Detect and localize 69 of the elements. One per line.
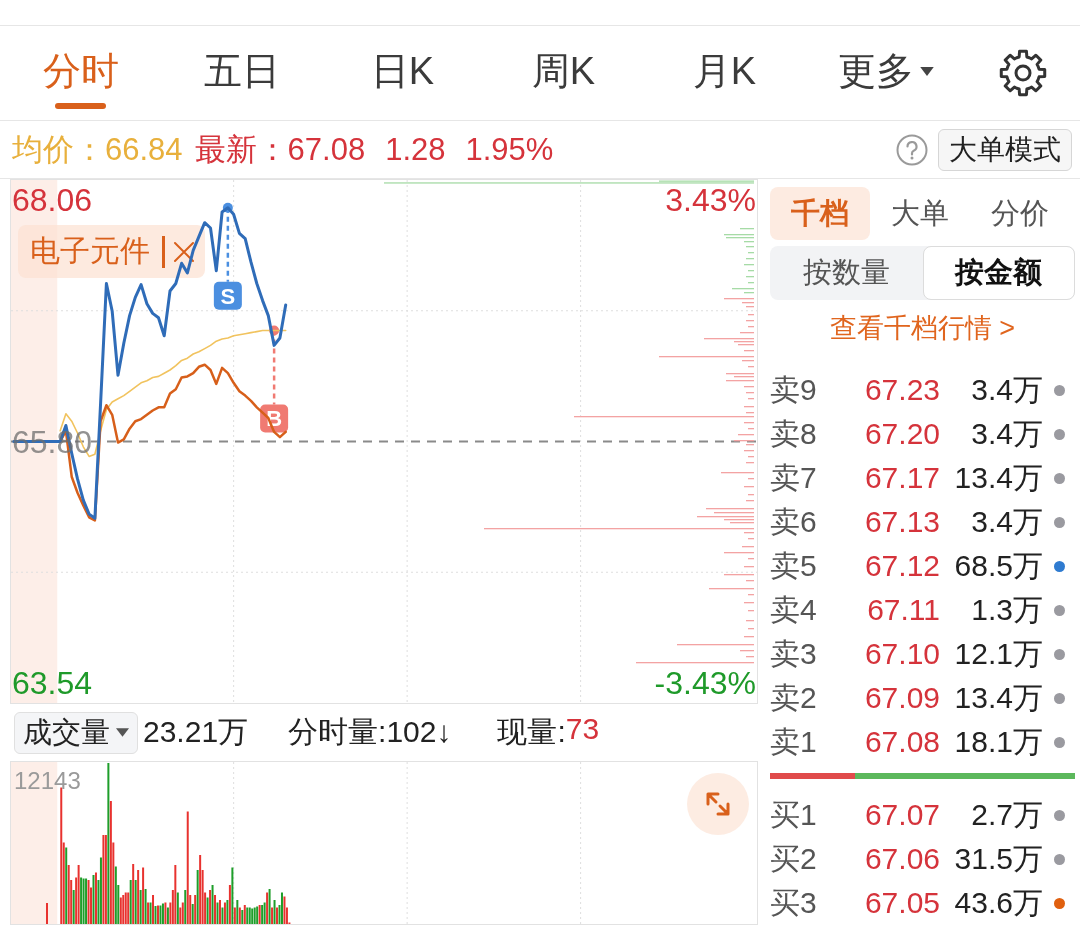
current-volume-label: 现量: (497, 714, 566, 750)
order-level: 卖1 (770, 723, 817, 760)
order-price: 67.05 (864, 886, 940, 920)
order-volume: 1.3万 (971, 591, 1043, 628)
order-volume: 18.1万 (954, 723, 1043, 760)
mode-button[interactable]: 大单模式 (938, 128, 1072, 171)
order-price: 67.10 (864, 637, 940, 671)
average-price: 均价：66.84 (12, 130, 183, 169)
order-volume: 31.5万 (954, 840, 1043, 877)
order-price: 67.06 (864, 842, 940, 876)
sector-name: 电子元件 (30, 233, 150, 269)
order-level: 卖5 (770, 547, 817, 584)
annotation: S (220, 283, 236, 309)
order-level: 卖2 (770, 679, 817, 716)
order-level: 卖7 (770, 459, 817, 496)
order-level: 买3 (770, 884, 817, 921)
order-level: 卖9 (770, 371, 817, 408)
order-volume: 3.4万 (971, 415, 1043, 452)
tab[interactable]: 大单 (870, 187, 970, 240)
close-icon[interactable] (173, 240, 195, 263)
order-level: 卖8 (770, 415, 817, 452)
order-price: 67.11 (867, 593, 940, 627)
order-level: 卖3 (770, 635, 817, 672)
help-icon[interactable] (896, 133, 928, 166)
toggle-option[interactable]: 按金额 (922, 246, 1075, 300)
axis-label: 63.54 (12, 667, 93, 698)
order-price: 67.12 (864, 549, 940, 583)
caret-icon (116, 728, 129, 737)
order-volume: 13.4万 (954, 679, 1043, 716)
order-price: 67.20 (864, 417, 940, 451)
order-volume: 3.4万 (971, 503, 1043, 540)
caret-icon (919, 66, 934, 76)
order-volume: 3.4万 (971, 371, 1043, 408)
tab[interactable]: 分时 (0, 26, 161, 120)
axis-label: 68.06 (12, 185, 93, 216)
order-volume: 13.4万 (954, 459, 1043, 496)
order-price: 67.17 (864, 461, 940, 495)
order-price: 67.07 (864, 798, 940, 832)
order-volume: 12.1万 (954, 635, 1043, 672)
order-volume: 43.6万 (954, 884, 1043, 921)
expand-icon[interactable] (687, 773, 749, 835)
order-price: 67.23 (864, 373, 940, 407)
order-price: 67.09 (864, 681, 940, 715)
order-volume: 68.5万 (954, 547, 1043, 584)
settings-icon[interactable] (999, 49, 1047, 97)
minute-volume: 分时量:102↓ (288, 714, 452, 750)
current-volume-value: 73 (565, 712, 600, 747)
tab[interactable]: 日K (322, 26, 483, 120)
tab[interactable]: 分价 (970, 187, 1070, 240)
tab[interactable]: 周K (483, 26, 644, 120)
price-change: 1.28 (385, 131, 446, 168)
volume-selector[interactable]: 成交量 (14, 711, 138, 754)
order-level: 卖4 (770, 591, 817, 628)
tab[interactable]: 更多 (805, 26, 966, 120)
order-volume: 2.7万 (971, 796, 1043, 833)
total-volume: 23.21万 (143, 714, 249, 750)
tab[interactable]: 五日 (161, 26, 322, 120)
tab[interactable]: 月K (644, 26, 805, 120)
order-level: 卖6 (770, 503, 817, 540)
order-level: 买2 (770, 840, 817, 877)
order-price: 67.08 (864, 725, 940, 759)
volume-max-label: 12143 (14, 767, 81, 795)
latest-price: 最新：67.08 (194, 130, 366, 169)
axis-label: 3.43% (665, 185, 756, 216)
order-level: 买1 (770, 796, 817, 833)
order-price: 67.13 (864, 505, 940, 539)
percent-change: 1.95% (465, 131, 554, 168)
axis-label: -3.43% (654, 667, 756, 698)
toggle-option[interactable]: 按数量 (770, 246, 923, 300)
